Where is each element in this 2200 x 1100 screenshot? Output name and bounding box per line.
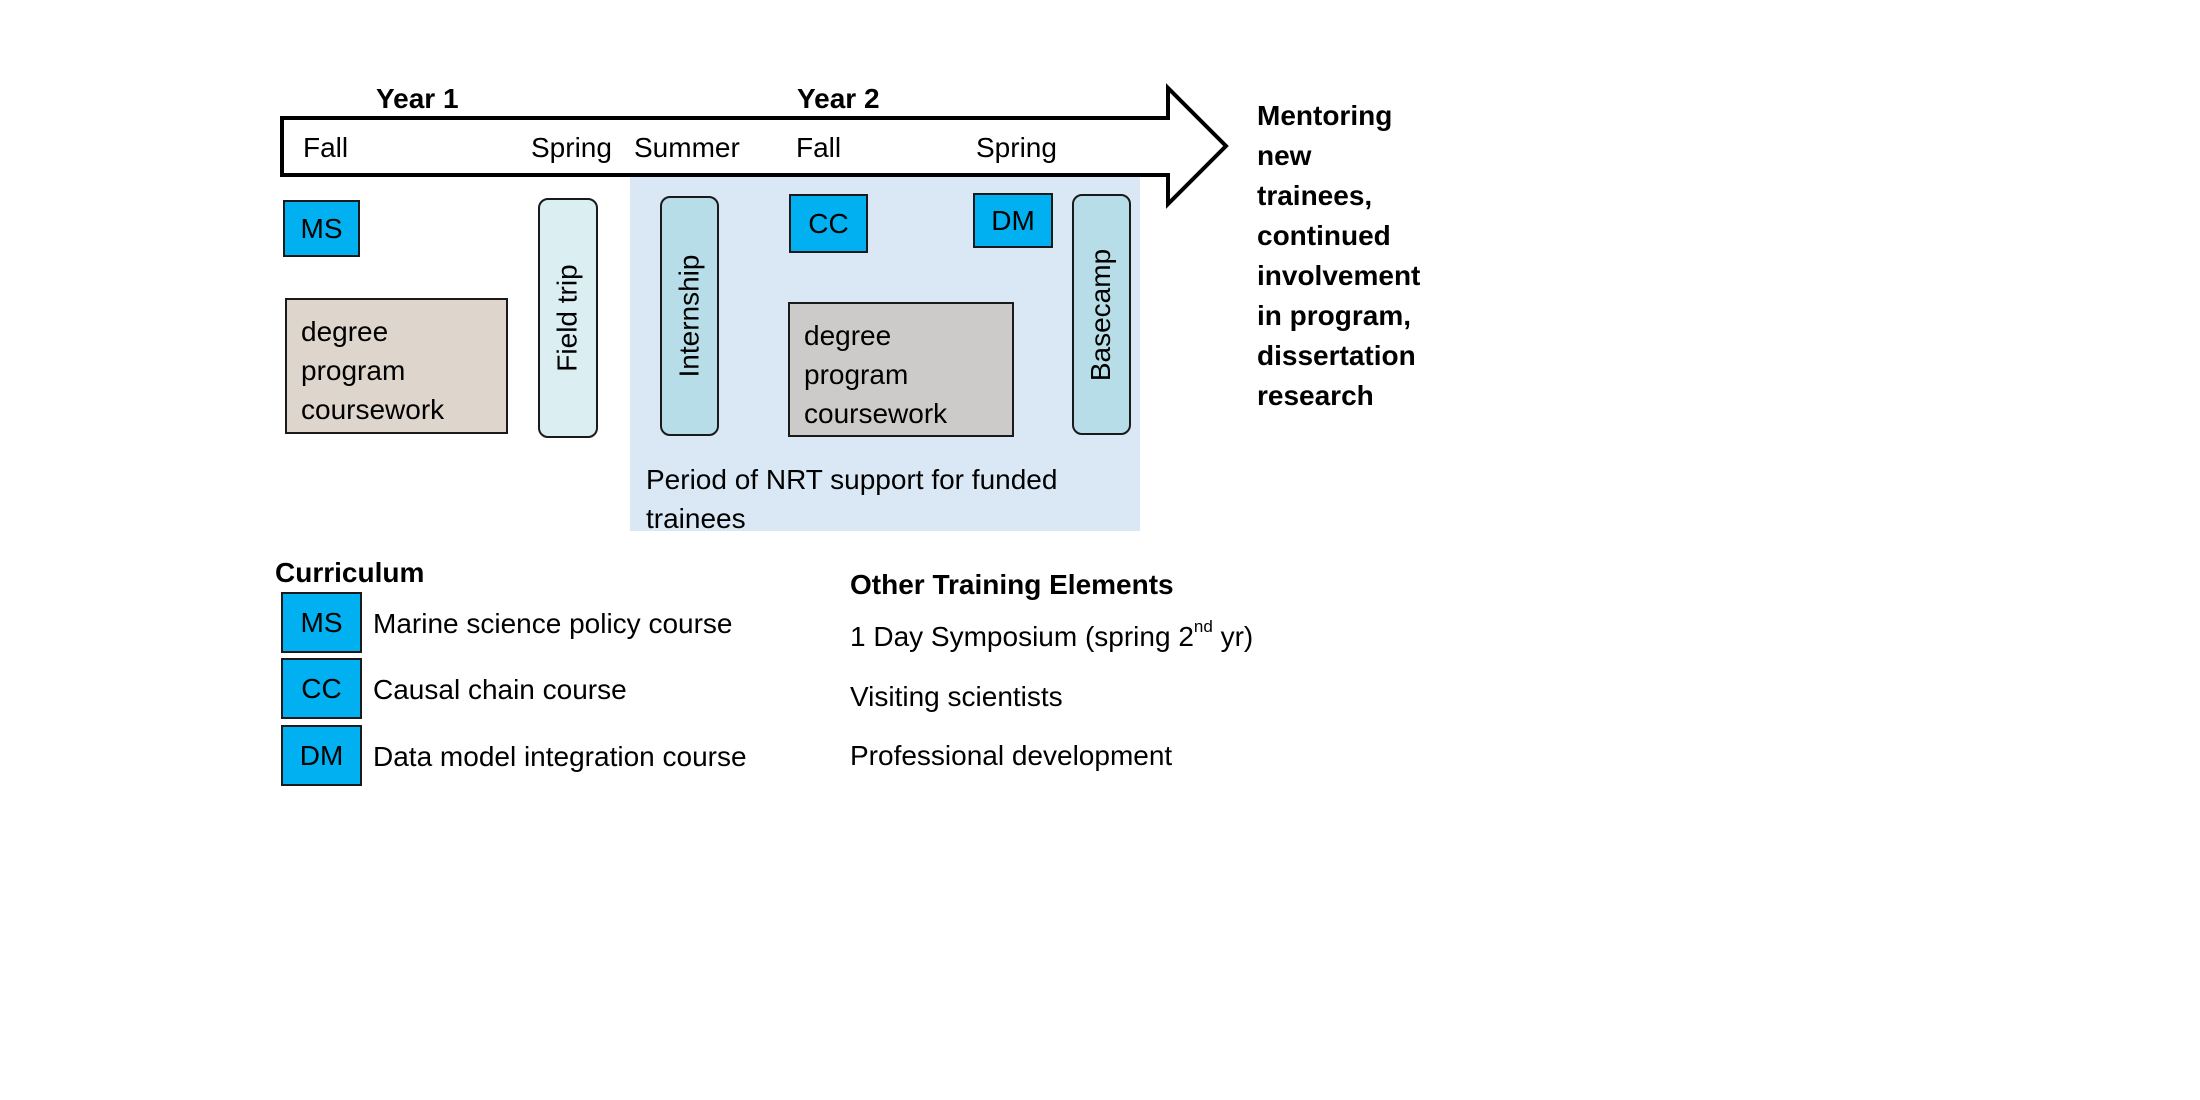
symposium-suffix: yr) (1212, 621, 1254, 652)
coursework-year2-block: degree program coursework (788, 302, 1014, 437)
curriculum-title: Curriculum (275, 557, 425, 588)
legend-dm-label: Data model integration course (373, 741, 747, 772)
outcome-text: Mentoring new trainees, continued involv… (1257, 96, 1420, 416)
other-training-item-professional: Professional development (850, 740, 1173, 771)
legend-cc-code: CC (301, 672, 342, 704)
coursework-year1-block: degree program coursework (285, 298, 508, 434)
legend-cc-box: CC (281, 658, 362, 719)
other-training-item-visiting: Visiting scientists (850, 681, 1063, 712)
internship-label: Internship (673, 254, 705, 378)
cc-course-code: CC (808, 207, 849, 239)
legend-ms-code: MS (300, 606, 343, 638)
internship-block: Internship (660, 196, 719, 436)
dm-course-code: DM (991, 204, 1035, 236)
coursework-line: program (804, 359, 909, 390)
nrt-support-label-line2: trainees (646, 503, 746, 534)
ms-course-code: MS (300, 212, 343, 244)
dm-course-block: DM (973, 193, 1053, 248)
coursework-line: degree (804, 320, 892, 351)
coursework-line: degree (301, 316, 389, 347)
season-fall-year1: Fall (303, 132, 349, 163)
other-training-title: Other Training Elements (850, 569, 1174, 600)
season-fall-year2: Fall (796, 132, 842, 163)
field-trip-label: Field trip (552, 264, 583, 372)
cc-course-block: CC (789, 194, 868, 253)
outcome-line: research (1257, 380, 1374, 411)
outcome-line: in program, (1257, 300, 1412, 331)
legend-cc-label: Causal chain course (373, 674, 627, 705)
outcome-line: trainees, (1257, 180, 1373, 211)
coursework-line: program (301, 355, 406, 386)
nrt-support-label-line1: Period of NRT support for funded (646, 464, 1058, 495)
year-2-label: Year 2 (797, 83, 880, 114)
legend-ms-label: Marine science policy course (373, 608, 733, 639)
coursework-line: coursework (301, 394, 445, 425)
symposium-label: 1 Day Symposium (spring 2 (850, 621, 1194, 652)
legend-dm-box: DM (281, 725, 362, 786)
legend-dm-code: DM (299, 739, 344, 771)
ms-course-block: MS (283, 200, 360, 257)
other-training-item-symposium: 1 Day Symposium (spring 2nd yr) (850, 617, 1254, 653)
outcome-line: involvement (1257, 260, 1421, 291)
season-summer: Summer (634, 132, 740, 163)
outcome-line: dissertation (1257, 340, 1416, 371)
field-trip-block: Field trip (538, 198, 598, 438)
outcome-line: new (1257, 140, 1312, 171)
timeline-arrow (280, 83, 1229, 209)
coursework-line: coursework (804, 398, 948, 429)
outcome-line: Mentoring (1257, 100, 1393, 131)
season-spring-year1: Spring (531, 132, 612, 163)
basecamp-block: Basecamp (1072, 194, 1131, 435)
symposium-sup: nd (1193, 617, 1213, 636)
outcome-line: continued (1257, 220, 1391, 251)
basecamp-label: Basecamp (1085, 248, 1117, 381)
season-spring-year2: Spring (976, 132, 1057, 163)
year-1-label: Year 1 (376, 83, 459, 114)
nrt-support-label: Period of NRT support for funded trainee… (646, 460, 1057, 538)
legend-ms-box: MS (281, 592, 362, 653)
